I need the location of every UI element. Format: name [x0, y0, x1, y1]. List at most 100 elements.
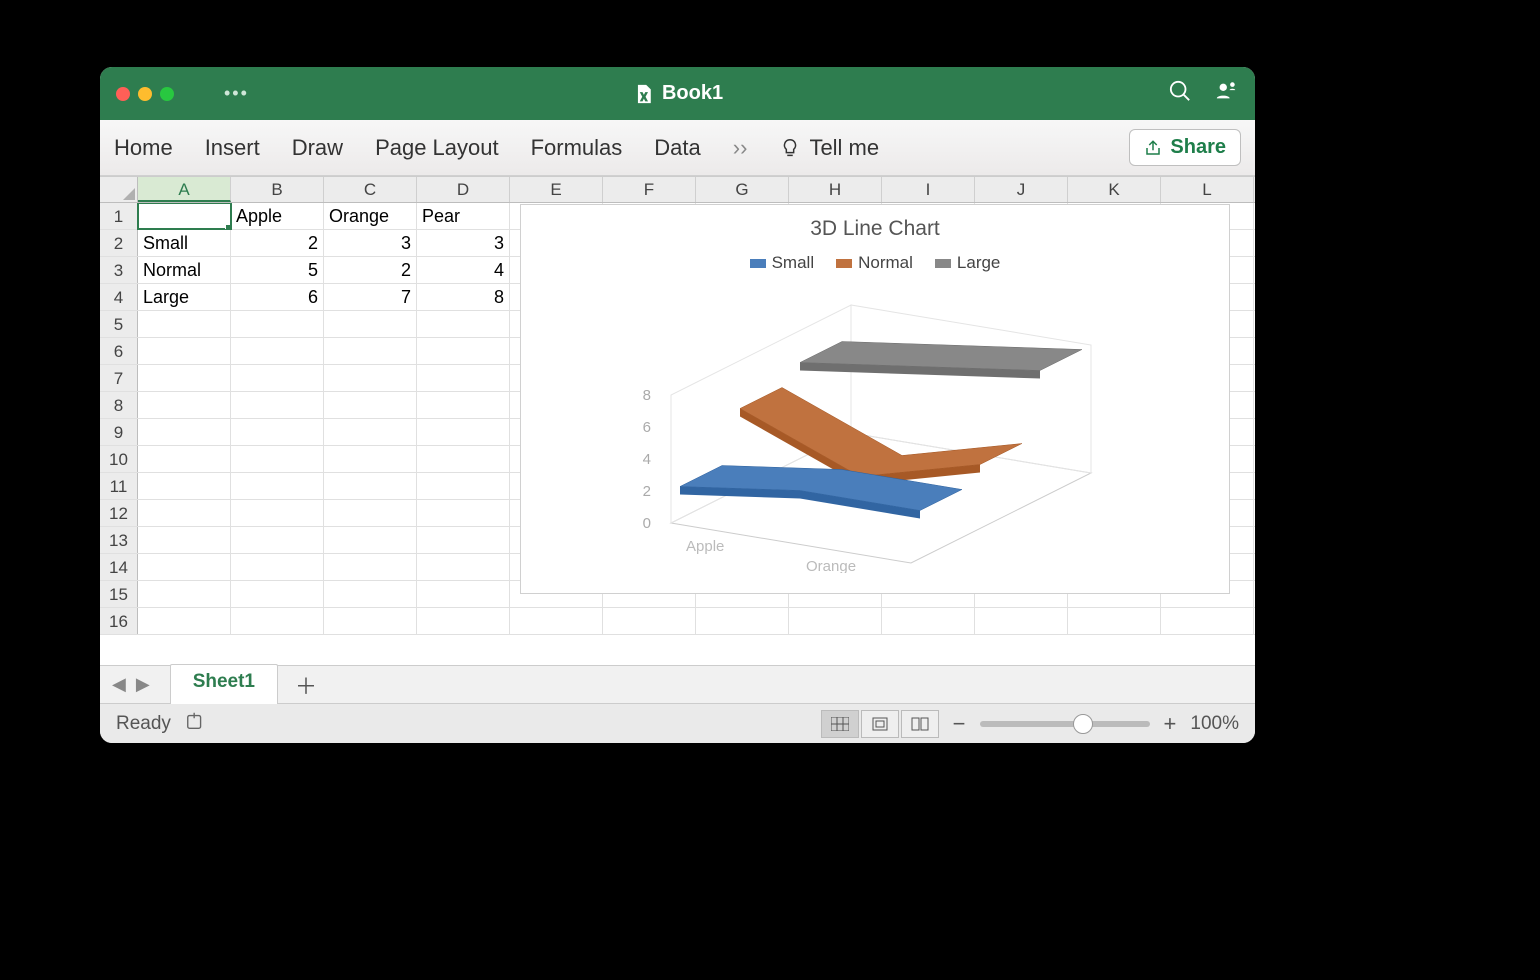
cell[interactable] [324, 338, 417, 364]
cell[interactable] [324, 473, 417, 499]
row-header[interactable]: 4 [100, 284, 138, 310]
more-menu-icon[interactable]: ••• [224, 83, 249, 104]
cell[interactable] [882, 608, 975, 634]
cell[interactable] [231, 365, 324, 391]
collaborators-icon[interactable] [1215, 80, 1237, 107]
row-header[interactable]: 8 [100, 392, 138, 418]
sheet-next-icon[interactable]: ▶ [132, 672, 154, 697]
cell[interactable] [231, 500, 324, 526]
cell[interactable] [138, 203, 231, 229]
row-header[interactable]: 15 [100, 581, 138, 607]
column-header[interactable]: G [696, 177, 789, 202]
cell[interactable] [231, 527, 324, 553]
view-page-break-button[interactable] [901, 710, 939, 738]
column-header[interactable]: E [510, 177, 603, 202]
cell[interactable]: Pear [417, 203, 510, 229]
cell[interactable] [231, 419, 324, 445]
row-header[interactable]: 16 [100, 608, 138, 634]
cell[interactable] [138, 446, 231, 472]
cell[interactable] [696, 608, 789, 634]
cell[interactable]: Orange [324, 203, 417, 229]
cell[interactable] [417, 365, 510, 391]
cell[interactable]: 8 [417, 284, 510, 310]
macro-record-icon[interactable] [185, 710, 207, 738]
column-header[interactable]: J [975, 177, 1068, 202]
column-header[interactable]: I [882, 177, 975, 202]
cell[interactable] [324, 446, 417, 472]
cell[interactable] [603, 608, 696, 634]
cell[interactable] [417, 527, 510, 553]
cell[interactable]: 3 [324, 230, 417, 256]
cell[interactable] [231, 473, 324, 499]
tab-draw[interactable]: Draw [292, 135, 343, 161]
column-header[interactable]: B [231, 177, 324, 202]
chart-object[interactable]: 3D Line Chart Small Normal Large 02468Ap… [520, 204, 1230, 594]
cell[interactable] [138, 527, 231, 553]
cell[interactable] [789, 608, 882, 634]
row-header[interactable]: 1 [100, 203, 138, 229]
cell[interactable]: 7 [324, 284, 417, 310]
cell[interactable] [138, 608, 231, 634]
cell[interactable] [138, 554, 231, 580]
view-page-layout-button[interactable] [861, 710, 899, 738]
column-header[interactable]: K [1068, 177, 1161, 202]
cell[interactable] [231, 446, 324, 472]
zoom-level[interactable]: 100% [1190, 713, 1239, 735]
grid-rows[interactable]: 1AppleOrangePear2Small2333Normal5244Larg… [100, 203, 1255, 665]
cell[interactable] [417, 311, 510, 337]
tab-formulas[interactable]: Formulas [531, 135, 623, 161]
cell[interactable] [324, 419, 417, 445]
cell[interactable]: 4 [417, 257, 510, 283]
cell[interactable] [1161, 608, 1254, 634]
cell[interactable] [138, 338, 231, 364]
cell[interactable]: Large [138, 284, 231, 310]
zoom-slider-thumb[interactable] [1073, 714, 1093, 734]
close-window-button[interactable] [116, 87, 130, 101]
add-sheet-button[interactable]: ＋ [284, 669, 328, 701]
cell[interactable] [324, 500, 417, 526]
cell[interactable] [231, 392, 324, 418]
row-header[interactable]: 12 [100, 500, 138, 526]
more-tabs-chevron-icon[interactable]: ›› [733, 135, 748, 161]
cell[interactable]: Small [138, 230, 231, 256]
cell[interactable] [324, 392, 417, 418]
cell[interactable] [417, 338, 510, 364]
zoom-window-button[interactable] [160, 87, 174, 101]
column-header[interactable]: F [603, 177, 696, 202]
column-header[interactable]: A [138, 177, 231, 202]
spreadsheet-grid[interactable]: ABCDEFGHIJKL 1AppleOrangePear2Small2333N… [100, 176, 1255, 665]
cell[interactable] [324, 554, 417, 580]
row-header[interactable]: 14 [100, 554, 138, 580]
cell[interactable] [138, 500, 231, 526]
select-all-corner[interactable] [100, 177, 138, 202]
column-header[interactable]: C [324, 177, 417, 202]
cell[interactable] [324, 311, 417, 337]
cell[interactable]: Normal [138, 257, 231, 283]
tab-data[interactable]: Data [654, 135, 700, 161]
cell[interactable]: 2 [231, 230, 324, 256]
sheet-prev-icon[interactable]: ◀ [108, 672, 130, 697]
cell[interactable] [138, 581, 231, 607]
cell[interactable] [138, 419, 231, 445]
view-normal-button[interactable] [821, 710, 859, 738]
zoom-out-button[interactable]: − [953, 711, 966, 737]
search-icon[interactable] [1169, 80, 1191, 107]
zoom-in-button[interactable]: + [1164, 711, 1177, 737]
sheet-tab-active[interactable]: Sheet1 [170, 664, 278, 704]
cell[interactable] [231, 311, 324, 337]
cell[interactable] [417, 581, 510, 607]
cell[interactable] [1068, 608, 1161, 634]
row-header[interactable]: 11 [100, 473, 138, 499]
cell[interactable] [324, 365, 417, 391]
cell[interactable] [417, 608, 510, 634]
cell[interactable] [324, 527, 417, 553]
tab-page-layout[interactable]: Page Layout [375, 135, 499, 161]
row-header[interactable]: 7 [100, 365, 138, 391]
cell[interactable]: 6 [231, 284, 324, 310]
row-header[interactable]: 2 [100, 230, 138, 256]
cell[interactable] [417, 419, 510, 445]
cell[interactable] [138, 365, 231, 391]
share-button[interactable]: Share [1129, 129, 1241, 166]
row-header[interactable]: 9 [100, 419, 138, 445]
cell[interactable] [417, 500, 510, 526]
